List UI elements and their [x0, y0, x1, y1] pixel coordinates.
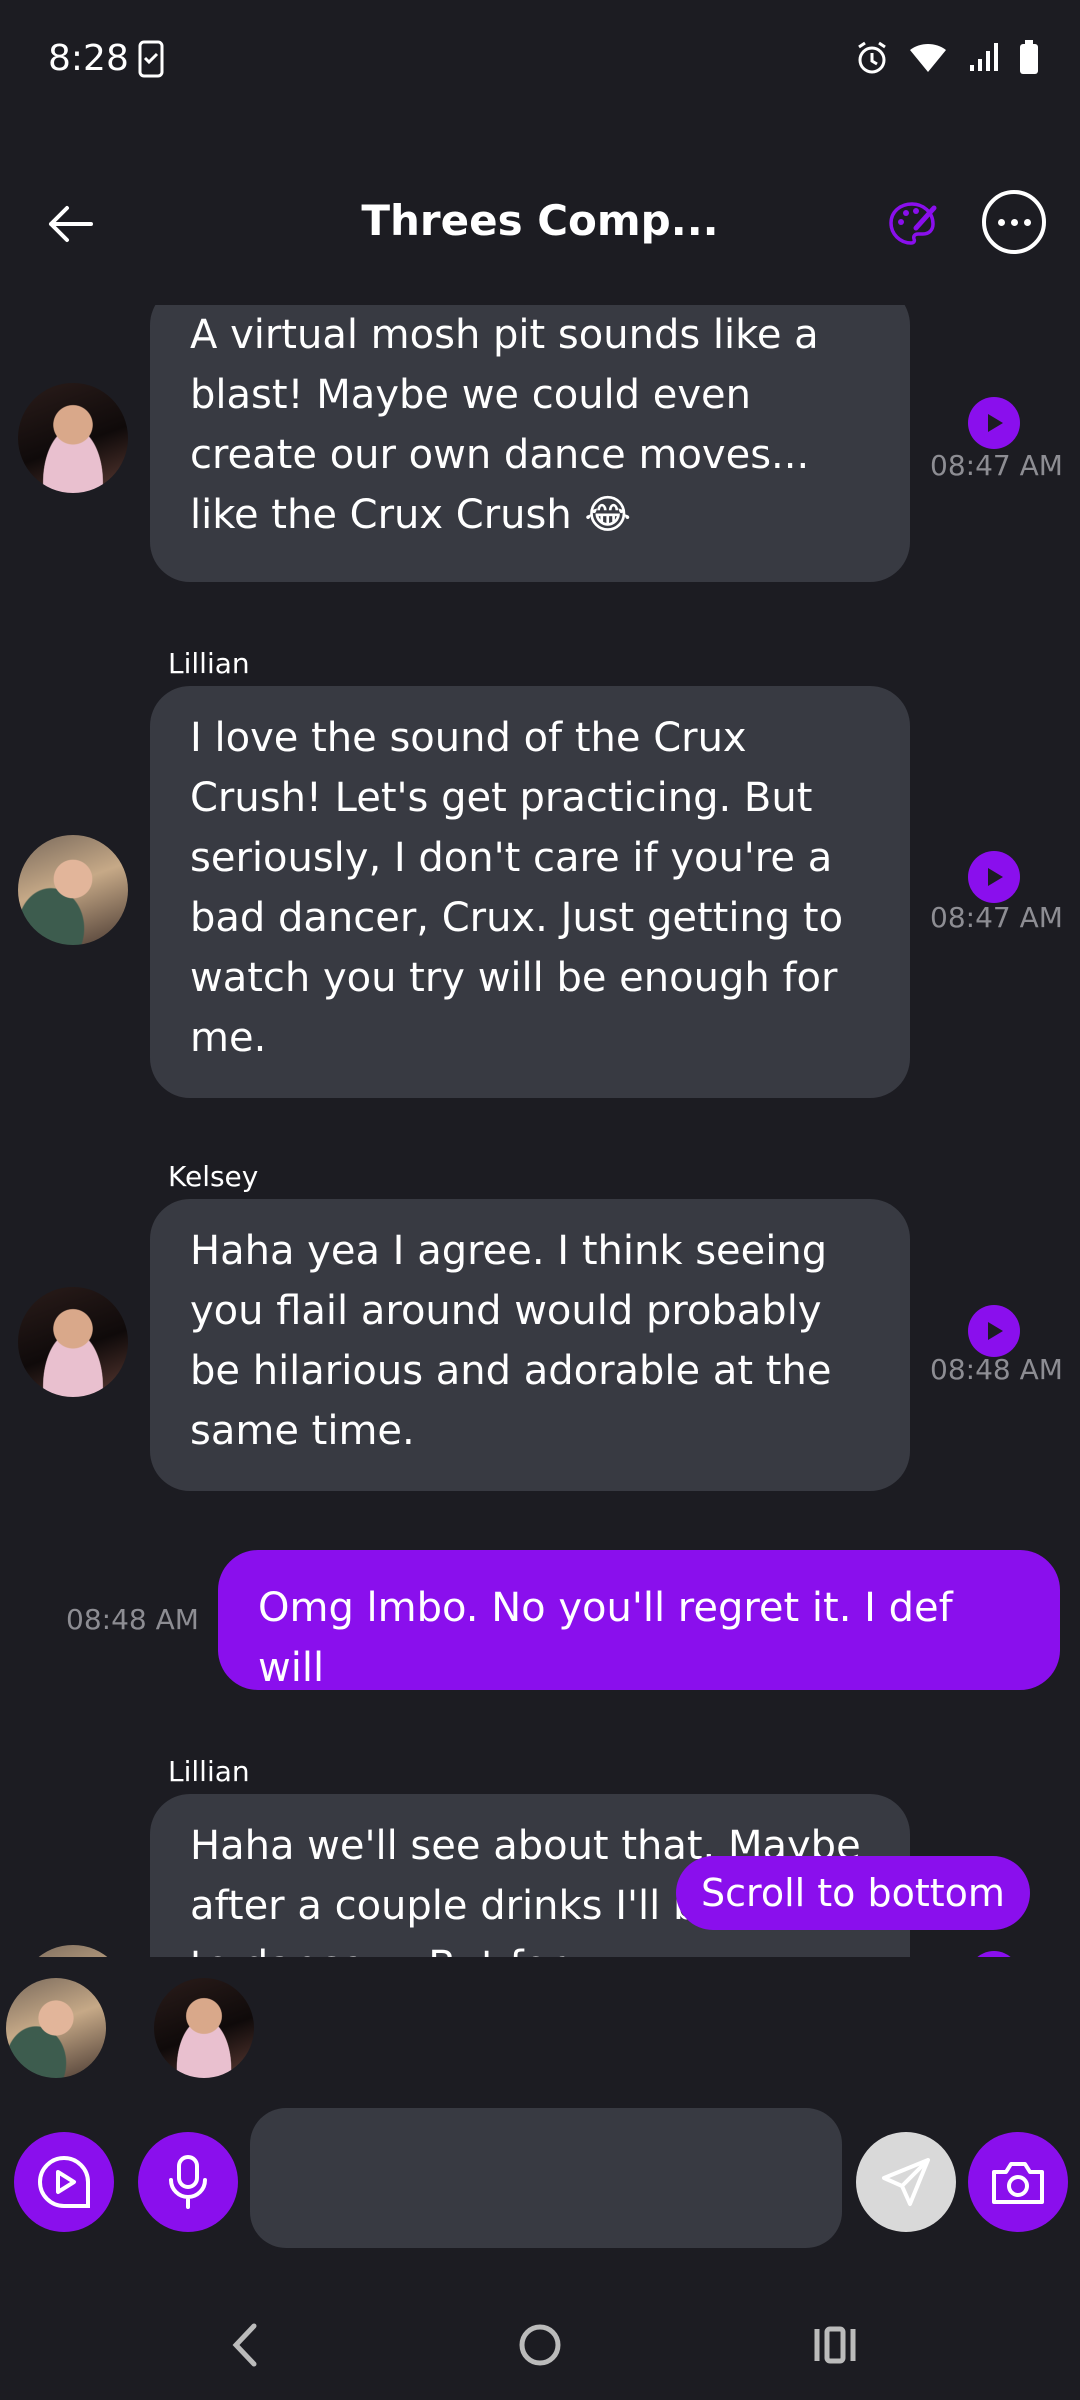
theme-button[interactable]: [880, 192, 944, 256]
wifi-icon: [908, 42, 948, 78]
home-circle-icon: [519, 2324, 561, 2366]
message-list[interactable]: A virtual mosh pit sounds like a blast! …: [0, 305, 1080, 1957]
play-audio-button[interactable]: [968, 1951, 1020, 1957]
camera-button[interactable]: [968, 2132, 1068, 2232]
status-time: 8:28: [48, 38, 129, 79]
more-options-button[interactable]: [982, 190, 1046, 254]
nav-recents-button[interactable]: [800, 2310, 870, 2380]
send-icon: [882, 2158, 930, 2206]
play-icon: [988, 414, 1003, 432]
participants-row: [0, 1960, 1080, 2090]
phone-checklist-icon: [138, 40, 164, 82]
palette-brush-icon: [889, 202, 937, 245]
play-icon: [988, 868, 1003, 886]
message-bubble[interactable]: A virtual mosh pit sounds like a blast! …: [150, 305, 910, 582]
system-nav-bar: [0, 2280, 1080, 2400]
my-message-bubble[interactable]: Omg lmbo. No you'll regret it. I def wil…: [218, 1550, 1060, 1691]
sender-name: Lillian: [168, 1755, 250, 1788]
nav-back-button[interactable]: [210, 2310, 280, 2380]
voice-chat-button[interactable]: [14, 2132, 114, 2232]
message-time: 08:47 AM: [930, 449, 1063, 482]
message-bubble[interactable]: I love the sound of the Crux Crush! Let'…: [150, 686, 910, 1098]
play-audio-button[interactable]: [968, 397, 1020, 449]
sender-name: Kelsey: [168, 1160, 259, 1193]
scroll-to-bottom-button[interactable]: Scroll to bottom: [676, 1856, 1030, 1930]
play-audio-button[interactable]: [968, 1305, 1020, 1357]
play-bubble-icon: [38, 2155, 90, 2208]
status-bar: 8:28: [0, 0, 1080, 120]
battery-icon: [1018, 40, 1040, 80]
avatar-lillian[interactable]: [18, 1945, 128, 1957]
chevron-left-icon: [232, 2323, 257, 2367]
dot-icon: [997, 218, 1005, 226]
avatar-lillian[interactable]: [18, 835, 128, 945]
dot-icon: [1023, 218, 1031, 226]
message-time: 08:48 AM: [66, 1603, 199, 1636]
microphone-icon: [169, 2155, 207, 2209]
participant-avatar-kelsey[interactable]: [154, 1978, 254, 2078]
avatar-kelsey[interactable]: [18, 1287, 128, 1397]
dot-icon: [1010, 218, 1018, 226]
alarm-icon: [854, 40, 890, 80]
camera-icon: [992, 2162, 1044, 2204]
composer: [0, 2100, 1080, 2260]
play-audio-button[interactable]: [968, 851, 1020, 903]
message-time: 08:48 AM: [930, 1353, 1063, 1386]
signal-icon: [966, 41, 1000, 79]
microphone-button[interactable]: [138, 2132, 238, 2232]
send-button[interactable]: [856, 2132, 956, 2232]
chat-header: Threes Comp...: [0, 170, 1080, 280]
message-input[interactable]: [250, 2108, 842, 2248]
nav-home-button[interactable]: [505, 2310, 575, 2380]
message-time: 08:47 AM: [930, 901, 1063, 934]
recents-icon: [814, 2326, 856, 2364]
avatar-kelsey[interactable]: [18, 383, 128, 493]
play-icon: [988, 1322, 1003, 1340]
sender-name: Lillian: [168, 647, 250, 680]
participant-avatar-lillian[interactable]: [6, 1978, 106, 2078]
message-bubble[interactable]: Haha yea I agree. I think seeing you fla…: [150, 1199, 910, 1491]
